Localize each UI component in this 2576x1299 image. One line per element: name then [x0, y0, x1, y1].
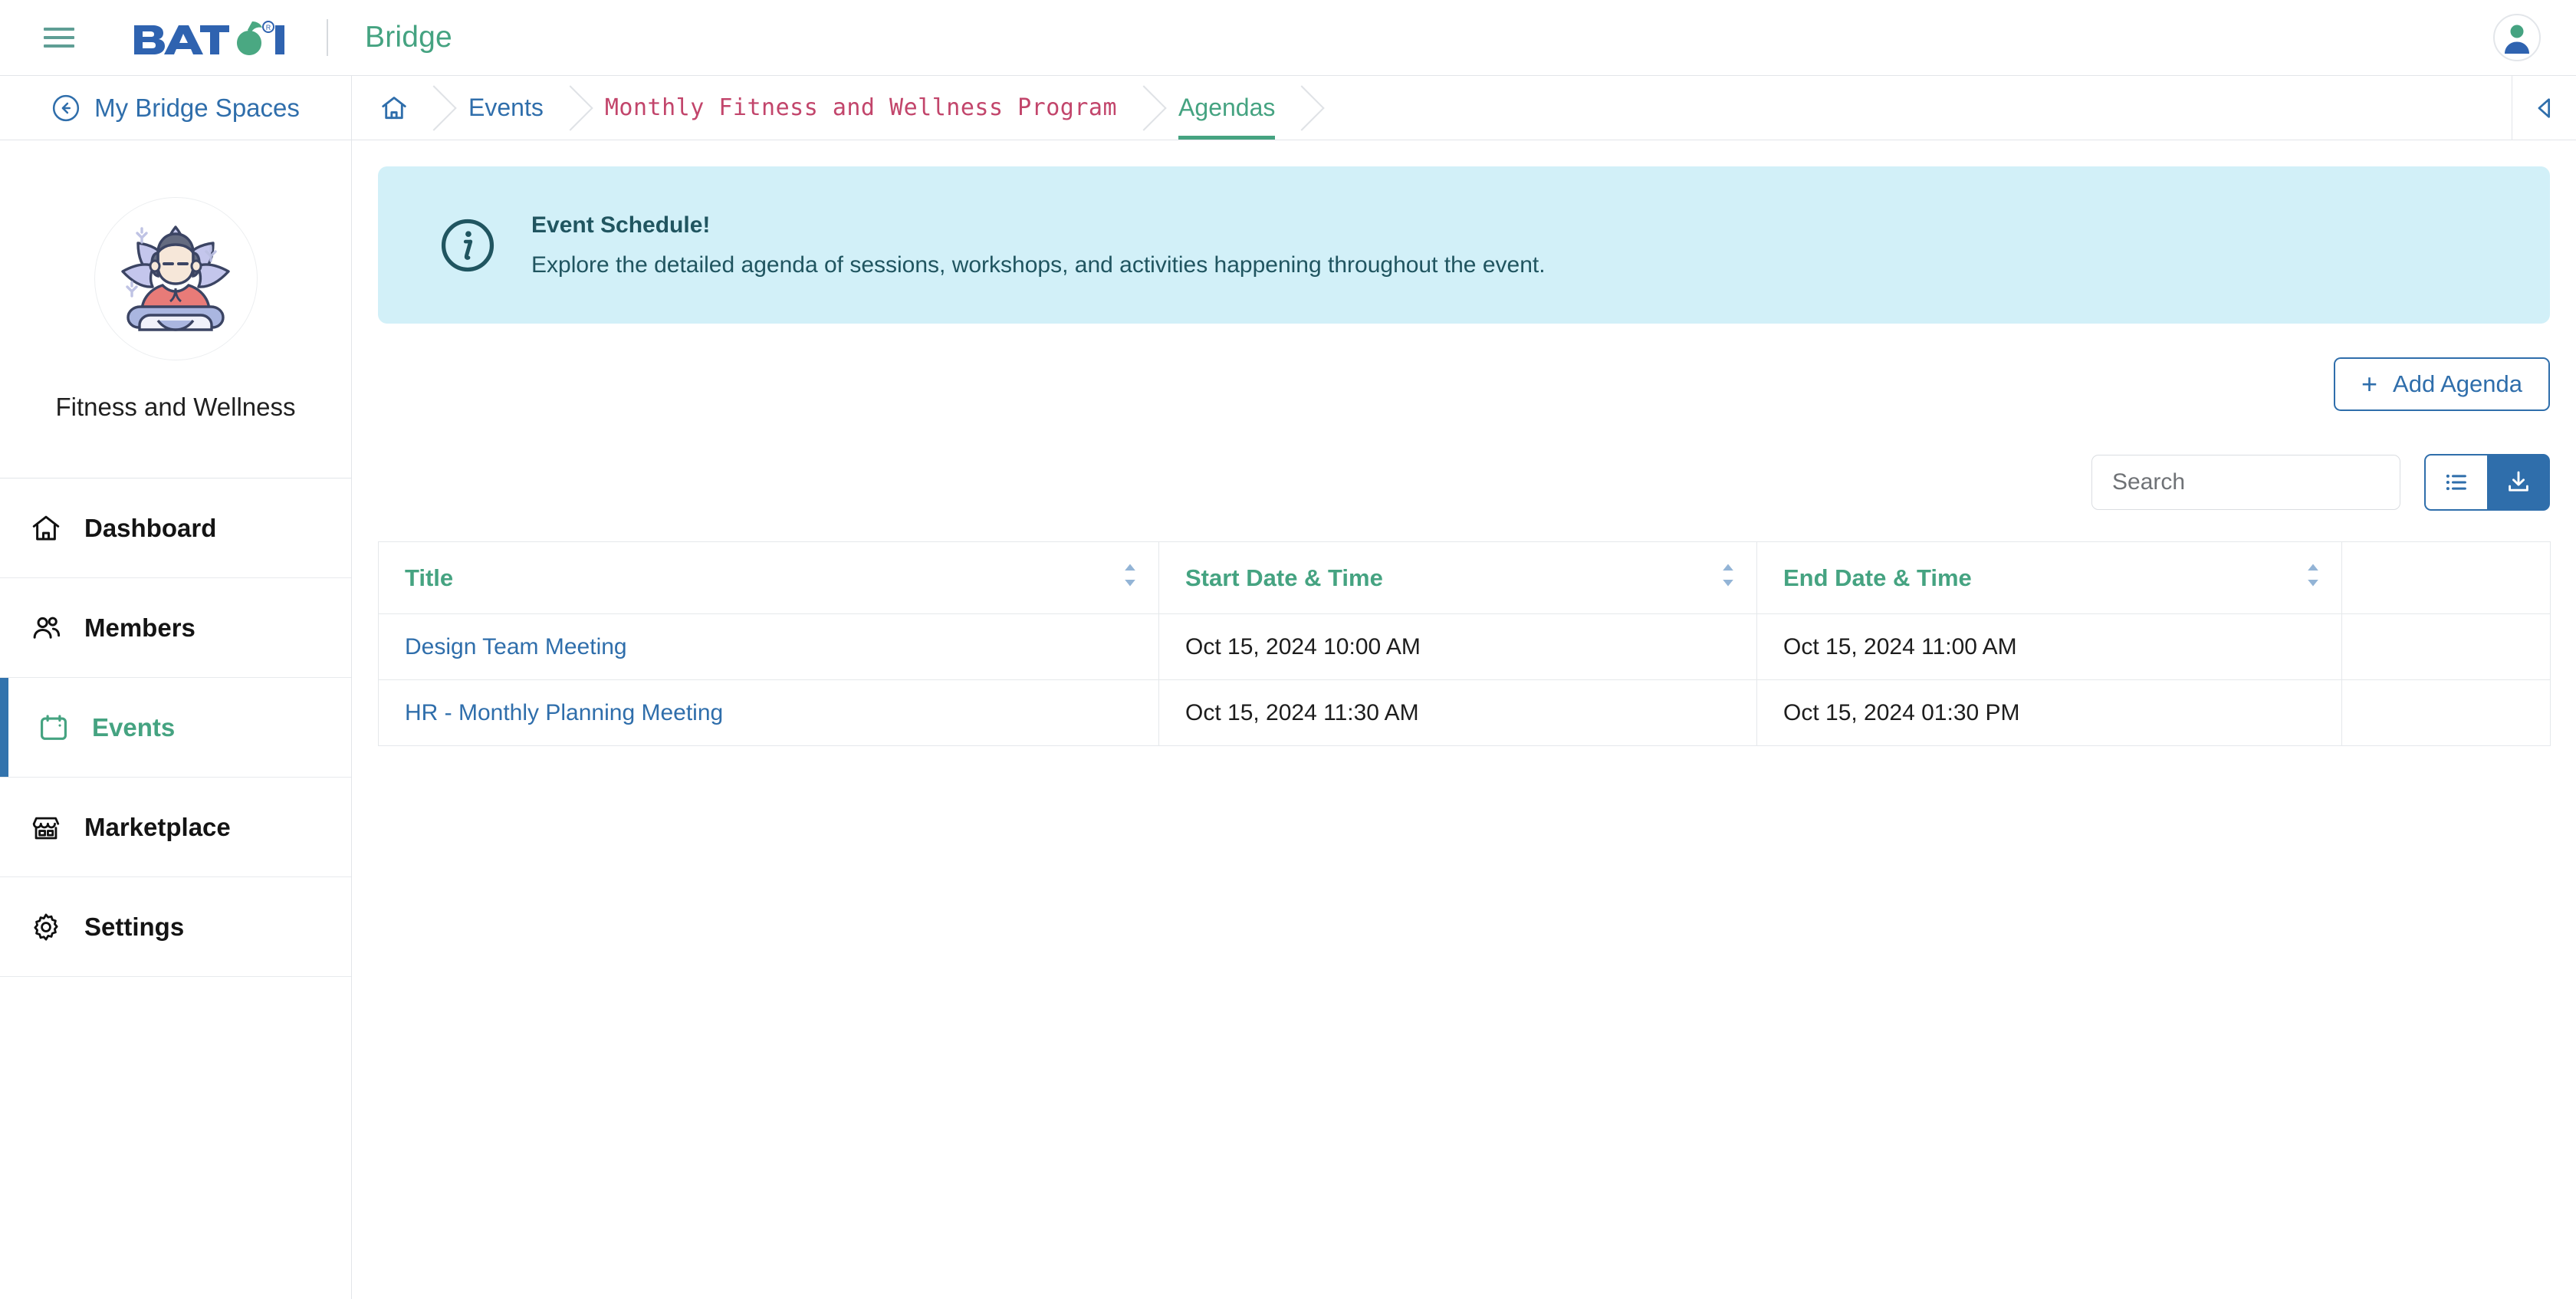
- main-content: Event Schedule! Explore the detailed age…: [352, 140, 2576, 1299]
- action-bar: + Add Agenda: [378, 357, 2550, 411]
- info-banner-title: Event Schedule!: [531, 212, 711, 238]
- cell-end: Oct 15, 2024 01:30 PM: [1756, 679, 2342, 746]
- triangle-left-icon: [2538, 97, 2550, 118]
- table-row: Design Team Meeting Oct 15, 2024 10:00 A…: [378, 613, 2551, 680]
- column-header-start[interactable]: Start Date & Time: [1158, 541, 1757, 614]
- hamburger-bar: [44, 44, 74, 48]
- back-to-spaces-button[interactable]: My Bridge Spaces: [0, 76, 351, 140]
- avatar[interactable]: [2493, 14, 2541, 61]
- sidebar-item-members[interactable]: Members: [0, 578, 351, 678]
- users-icon: [29, 611, 63, 645]
- arrow-left-circle-icon: [52, 94, 80, 121]
- cell-title[interactable]: Design Team Meeting: [378, 613, 1159, 680]
- sort-updown-icon[interactable]: [1720, 562, 1737, 594]
- info-banner-message: Explore the detailed agenda of sessions,…: [531, 252, 1546, 278]
- sidebar-item-label: Dashboard: [84, 513, 217, 542]
- sidebar-item-label: Marketplace: [84, 812, 231, 841]
- column-header-end[interactable]: End Date & Time: [1756, 541, 2342, 614]
- sidebar-item-settings[interactable]: Settings: [0, 877, 351, 977]
- plus-icon: +: [2361, 368, 2378, 400]
- cell-title[interactable]: HR - Monthly Planning Meeting: [378, 679, 1159, 746]
- info-banner: Event Schedule! Explore the detailed age…: [378, 166, 2550, 324]
- table-row: HR - Monthly Planning Meeting Oct 15, 20…: [378, 679, 2551, 746]
- list-view-button[interactable]: [2424, 454, 2487, 511]
- storefront-icon: [29, 811, 63, 844]
- table-header-row: Title Start Date & Time End Date & Time: [378, 541, 2551, 614]
- cell-actions: [2341, 679, 2551, 746]
- column-header-label: End Date & Time: [1783, 564, 1972, 591]
- breadcrumb-label: Agendas: [1178, 94, 1276, 121]
- brand-logo[interactable]: R: [133, 20, 290, 55]
- breadcrumb-label: Events: [468, 94, 544, 121]
- add-agenda-button[interactable]: + Add Agenda: [2334, 357, 2550, 411]
- svg-text:R: R: [266, 24, 271, 31]
- home-icon: [382, 96, 406, 119]
- sidebar-item-label: Members: [84, 613, 196, 642]
- gear-icon: [29, 910, 63, 944]
- info-circle-icon: [441, 219, 495, 271]
- sort-updown-icon[interactable]: [2305, 562, 2321, 594]
- breadcrumb-item-program[interactable]: Monthly Fitness and Wellness Program: [571, 76, 1145, 140]
- cell-start: Oct 15, 2024 11:30 AM: [1158, 679, 1757, 746]
- column-header-title[interactable]: Title: [378, 541, 1159, 614]
- column-header-label: Title: [405, 564, 454, 591]
- breadcrumb-label: Monthly Fitness and Wellness Program: [604, 94, 1118, 121]
- search-input[interactable]: [2091, 455, 2400, 510]
- sort-updown-icon[interactable]: [1122, 562, 1138, 594]
- view-toggle-group: [2424, 454, 2550, 511]
- breadcrumb-collapse-button[interactable]: [2512, 76, 2576, 140]
- hamburger-bar: [44, 28, 74, 31]
- sidebar-item-label: Events: [92, 712, 176, 742]
- column-header-label: Start Date & Time: [1185, 564, 1383, 591]
- hamburger-bar: [44, 36, 74, 39]
- cell-start: Oct 15, 2024 10:00 AM: [1158, 613, 1757, 680]
- back-to-spaces-label: My Bridge Spaces: [94, 93, 300, 122]
- cell-actions: [2341, 613, 2551, 680]
- sidebar-item-label: Settings: [84, 912, 185, 941]
- space-identity: Fitness and Wellness: [0, 140, 351, 478]
- sidebar-item-marketplace[interactable]: Marketplace: [0, 778, 351, 877]
- download-button[interactable]: [2487, 454, 2550, 511]
- sidebar: My Bridge Spaces Fitness and Wellness Da…: [0, 76, 352, 1299]
- brand-divider: [327, 19, 328, 56]
- agenda-title-link[interactable]: HR - Monthly Planning Meeting: [405, 700, 723, 725]
- download-icon: [2509, 471, 2528, 492]
- cell-end: Oct 15, 2024 11:00 AM: [1756, 613, 2342, 680]
- column-header-actions: [2341, 541, 2551, 614]
- agendas-table: Title Start Date & Time End Date & Time …: [378, 541, 2551, 746]
- space-name: Fitness and Wellness: [55, 392, 296, 421]
- breadcrumb-item-agendas[interactable]: Agendas: [1145, 76, 1303, 140]
- breadcrumb-home[interactable]: [352, 76, 435, 140]
- add-agenda-label: Add Agenda: [2393, 370, 2522, 397]
- user-avatar-icon: [2505, 25, 2529, 54]
- hamburger-icon[interactable]: [44, 25, 74, 50]
- breadcrumb-active-underline: [1178, 136, 1276, 140]
- batoi-logo-icon: R: [134, 21, 284, 55]
- agenda-title-link[interactable]: Design Team Meeting: [405, 634, 627, 659]
- table-toolbar: [378, 454, 2550, 511]
- yoga-lotus-avatar: [121, 225, 230, 331]
- breadcrumb: Events Monthly Fitness and Wellness Prog…: [352, 76, 2576, 140]
- sidebar-item-dashboard[interactable]: Dashboard: [0, 478, 351, 578]
- list-icon: [2446, 474, 2466, 491]
- top-bar: R Bridge: [0, 0, 2576, 76]
- product-name: Bridge: [365, 21, 452, 54]
- home-icon: [29, 511, 63, 545]
- calendar-icon: [37, 711, 71, 745]
- sidebar-item-events[interactable]: Events: [0, 678, 351, 778]
- space-avatar: [94, 196, 258, 360]
